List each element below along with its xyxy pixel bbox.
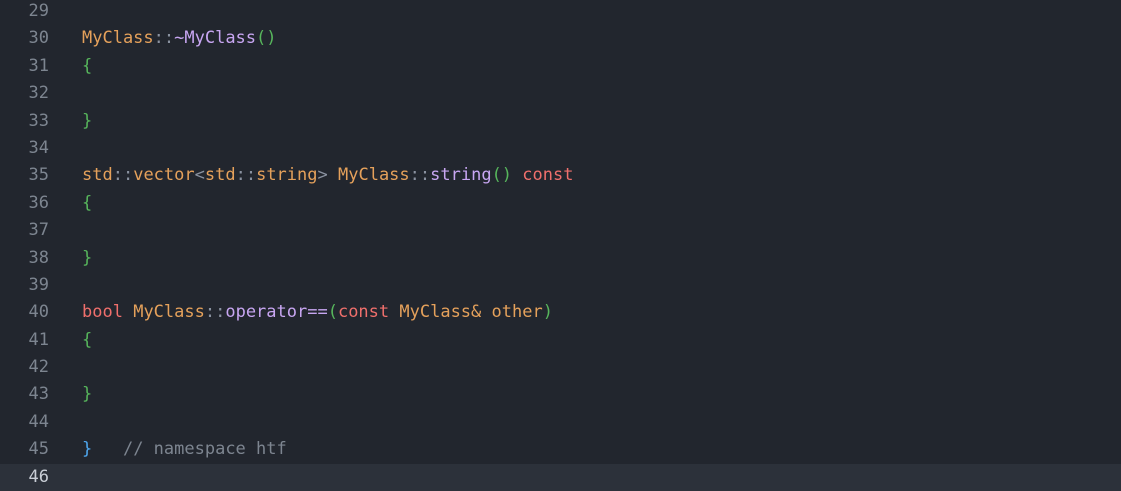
bracket-token: }: [82, 110, 93, 131]
namespace-token: std: [82, 165, 113, 186]
code-text[interactable]: } // namespace htf: [82, 436, 287, 463]
keyword-token: const: [522, 165, 574, 186]
keyword-token: bool: [82, 302, 123, 323]
code-line[interactable]: 36 {: [0, 190, 1121, 217]
line-number: 43: [28, 384, 49, 405]
line-number: 46: [28, 466, 49, 487]
code-line[interactable]: 41 {: [0, 327, 1121, 354]
code-line[interactable]: 35 std::vector<std::string> MyClass::stri…: [0, 162, 1121, 189]
punctuation-token: ::: [235, 165, 257, 186]
bracket-token: {: [82, 329, 93, 350]
line-number: 37: [28, 220, 49, 241]
bracket-token: (: [327, 302, 338, 323]
line-number: 42: [28, 357, 49, 378]
code-editor[interactable]: 29 30 MyClass::~MyClass() 31{32 33} 34 35 std::…: [0, 0, 1121, 491]
code-text[interactable]: }: [82, 245, 92, 272]
function-token: string: [430, 165, 492, 186]
bracket-token: {: [82, 192, 93, 213]
code-line[interactable]: 43}: [0, 381, 1121, 408]
line-number: 34: [28, 137, 49, 158]
namespace-token: vector: [133, 165, 195, 186]
type-token: MyClass&: [399, 302, 482, 323]
code-line[interactable]: 38}: [0, 245, 1121, 272]
comment-token: // namespace htf: [122, 439, 287, 460]
line-number: 44: [28, 411, 49, 432]
punctuation-token: ::: [409, 165, 431, 186]
code-line[interactable]: 30 MyClass::~MyClass(): [0, 25, 1121, 52]
code-text[interactable]: bool MyClass::operator==(const MyClass& …: [82, 299, 553, 326]
code-line[interactable]: 45} // namespace htf: [0, 436, 1121, 463]
namespace-token: std: [204, 165, 236, 186]
line-number: 38: [28, 247, 49, 268]
line-number: 40: [28, 302, 49, 323]
code-line[interactable]: 31 {: [0, 53, 1121, 80]
line-number: 35: [28, 165, 49, 186]
namespace-brace-token: }: [82, 439, 93, 460]
code-line[interactable]: 34: [0, 135, 1121, 162]
code-text[interactable]: {: [82, 327, 92, 354]
code-line[interactable]: 33}: [0, 108, 1121, 135]
keyword-token: const: [337, 302, 390, 323]
operator-token: operator==: [225, 302, 328, 323]
type-token: MyClass: [133, 302, 205, 323]
code-text[interactable]: {: [82, 53, 92, 80]
code-line[interactable]: 32: [0, 80, 1121, 107]
line-number: 45: [28, 439, 49, 460]
code-text[interactable]: std::vector<std::string> MyClass::string…: [82, 162, 573, 189]
punctuation-token: >: [317, 165, 328, 186]
code-line[interactable]: 44: [0, 409, 1121, 436]
punctuation-token: ::: [112, 165, 134, 186]
bracket-token: }: [82, 247, 93, 268]
namespace-token: string: [256, 165, 318, 186]
code-text[interactable]: }: [82, 381, 92, 408]
line-number: 29: [28, 1, 49, 21]
punctuation-token: <: [194, 165, 205, 186]
code-line[interactable]: 37: [0, 217, 1121, 244]
code-line[interactable]: 29: [0, 0, 1121, 25]
bracket-token: ): [542, 302, 553, 323]
type-token: MyClass: [82, 28, 154, 49]
bracket-token: (): [491, 165, 513, 186]
function-token: ~MyClass: [174, 28, 257, 49]
code-line[interactable]: 39: [0, 272, 1121, 299]
bracket-token: }: [82, 384, 93, 405]
code-text[interactable]: {: [82, 190, 92, 217]
code-line[interactable]: 42: [0, 354, 1121, 381]
bracket-token: {: [82, 55, 93, 76]
line-number: 31: [28, 55, 49, 76]
parameter-token: other: [491, 302, 543, 323]
code-line[interactable]: 46: [0, 463, 1121, 491]
line-number: 30: [28, 28, 49, 49]
line-number: 39: [28, 274, 49, 295]
type-token: MyClass: [338, 165, 410, 186]
punctuation-token: ::: [153, 28, 175, 49]
line-number: 36: [28, 192, 49, 213]
line-number: 33: [28, 110, 49, 131]
bracket-token: (): [256, 28, 277, 49]
code-text[interactable]: }: [82, 108, 92, 135]
code-text[interactable]: MyClass::~MyClass(): [82, 25, 277, 52]
code-line[interactable]: 40 bool MyClass::operator==(const MyClass…: [0, 299, 1121, 326]
line-number: 41: [28, 329, 49, 350]
line-number: 32: [28, 83, 49, 104]
punctuation-token: ::: [204, 302, 226, 323]
